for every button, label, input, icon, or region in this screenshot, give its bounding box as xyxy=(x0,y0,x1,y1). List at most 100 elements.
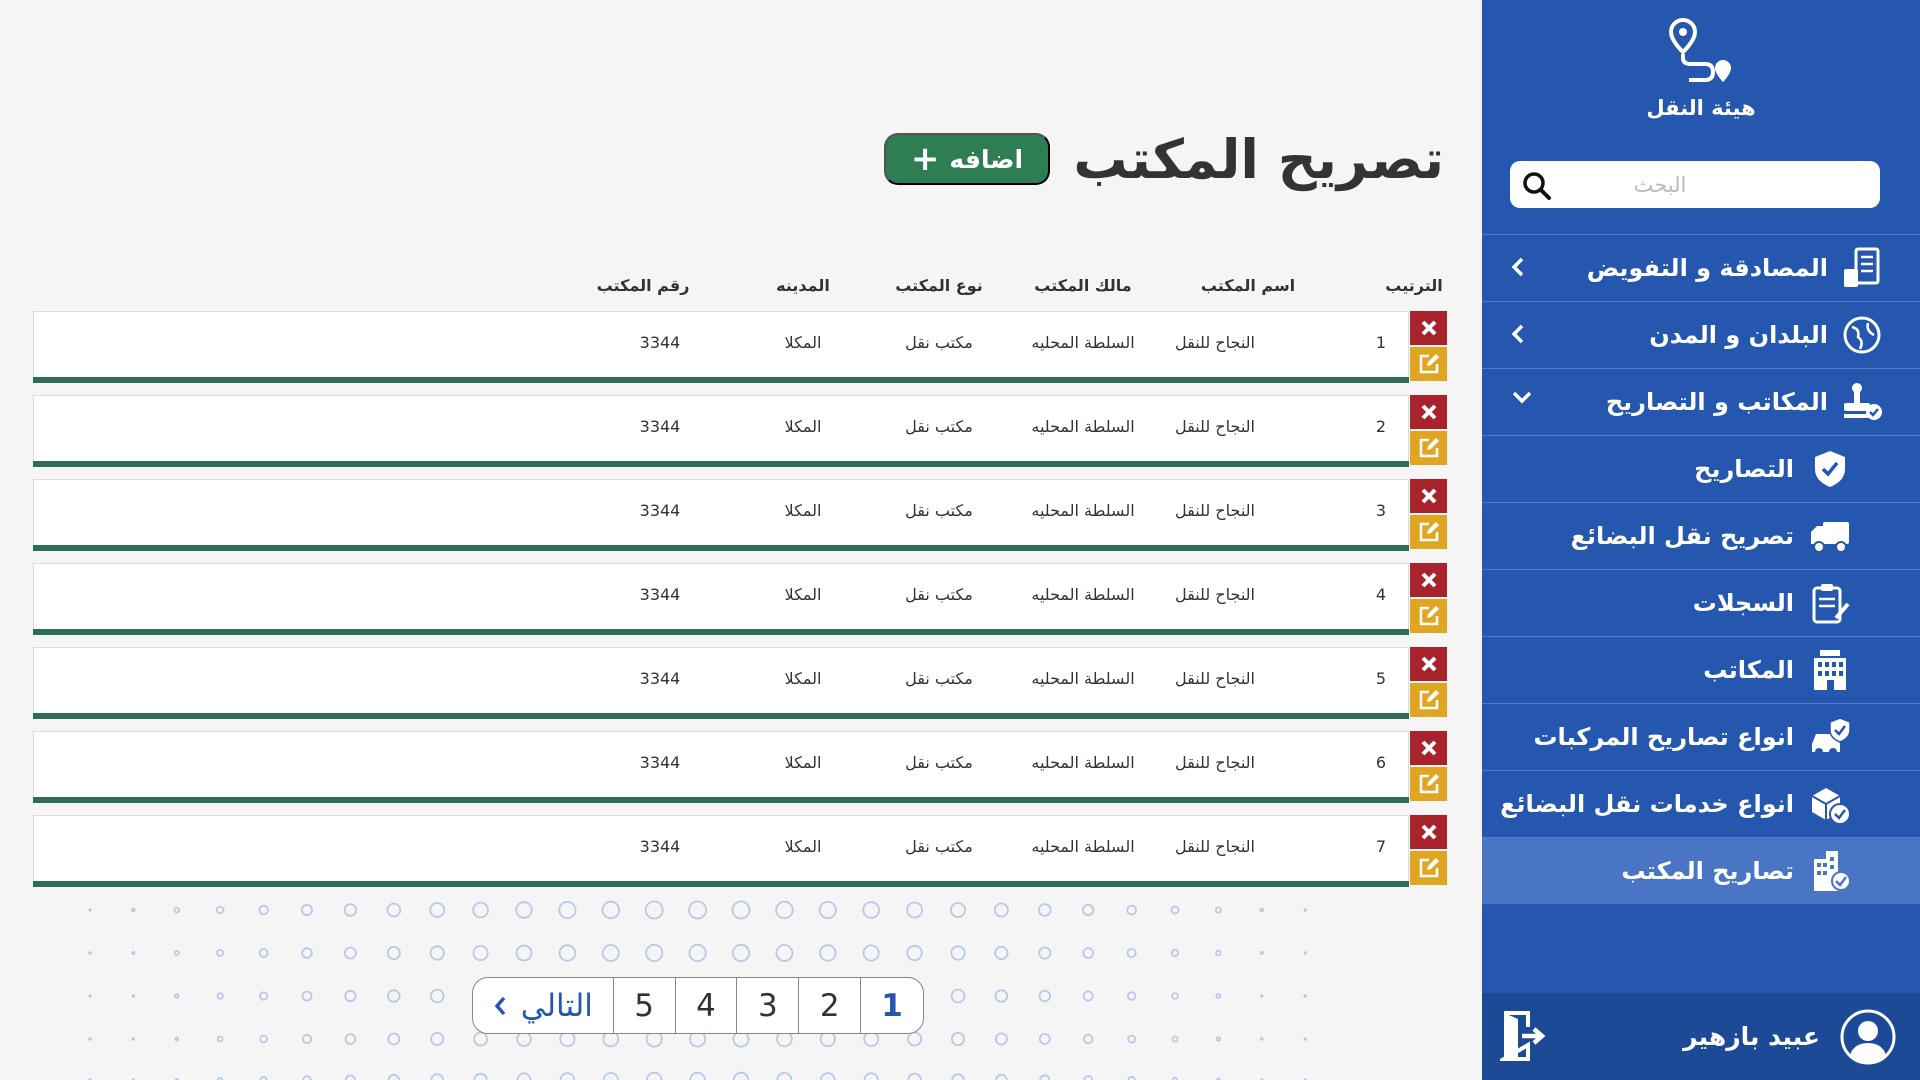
edit-icon xyxy=(1419,438,1439,458)
decor-dot xyxy=(775,944,794,962)
row-office-type: مكتب نقل xyxy=(905,669,973,688)
decor-dot xyxy=(1171,1035,1179,1043)
edit-icon xyxy=(1419,774,1439,794)
decor-dot xyxy=(688,900,707,920)
row-office-number: 3344 xyxy=(639,753,681,772)
decor-dot xyxy=(1082,1033,1094,1045)
column-header-city: المدينه xyxy=(776,276,830,295)
decor-dot xyxy=(1303,908,1307,912)
row-underline xyxy=(33,461,1409,467)
edit-button[interactable] xyxy=(1410,347,1447,381)
decor-dot xyxy=(862,944,880,962)
search-input[interactable] xyxy=(1510,164,1810,205)
row-office-owner: السلطة المحليه xyxy=(1031,501,1135,520)
menu-item-label: البلدان و المدن xyxy=(1649,321,1828,349)
edit-button[interactable] xyxy=(1410,431,1447,465)
decor-dot xyxy=(995,1073,1008,1080)
add-button[interactable]: + اضافه xyxy=(884,133,1050,185)
decor-dot xyxy=(994,1032,1008,1046)
row-underline xyxy=(33,545,1409,551)
chevron-left-icon xyxy=(1511,257,1524,277)
decor-dot xyxy=(1038,903,1052,917)
decor-dot xyxy=(300,903,313,916)
column-header-office-type: نوع المكتب xyxy=(895,276,983,295)
avatar[interactable] xyxy=(1840,1009,1896,1065)
delete-button[interactable] xyxy=(1410,311,1447,345)
decor-dot xyxy=(1082,947,1094,959)
shield-check-icon xyxy=(1808,447,1852,491)
row-office-owner: السلطة المحليه xyxy=(1031,585,1135,604)
decor-dot xyxy=(131,907,136,913)
decor-dot xyxy=(950,945,966,961)
plus-icon: + xyxy=(910,139,940,179)
submenu-item-goods-permit[interactable]: تصريح نقل البضائع xyxy=(1482,502,1920,569)
decor-dot xyxy=(301,990,313,1002)
decor-dot xyxy=(344,989,357,1003)
user-bar: عبيد بازهير xyxy=(1482,993,1920,1080)
pagination-page-1[interactable]: 1 xyxy=(861,978,923,1033)
menu-item-authentication[interactable]: المصادقة و التفويض xyxy=(1482,234,1920,301)
submenu-item-records[interactable]: السجلات xyxy=(1482,569,1920,636)
logout-icon[interactable] xyxy=(1500,1009,1550,1063)
delete-button[interactable] xyxy=(1410,815,1447,849)
menu-item-label: المصادقة و التفويض xyxy=(1586,254,1828,282)
edit-button[interactable] xyxy=(1410,767,1447,801)
sidebar: هيئة النقل المصادقة و التفويض البلدان و … xyxy=(1482,0,1920,1080)
decor-dot xyxy=(259,1034,268,1044)
submenu-item-permits[interactable]: التصاريح xyxy=(1482,435,1920,502)
close-icon xyxy=(1421,824,1436,840)
decor-dot xyxy=(1170,905,1180,915)
decor-dot xyxy=(994,989,1009,1003)
decor-dot xyxy=(258,991,269,1001)
row-office-name: النجاح للنقل xyxy=(1175,501,1255,520)
delete-button[interactable] xyxy=(1410,479,1447,513)
decor-dot xyxy=(1215,1036,1222,1042)
search-icon[interactable] xyxy=(1522,171,1552,201)
building-check-icon xyxy=(1808,849,1852,893)
pagination-page-4[interactable]: 4 xyxy=(676,978,738,1033)
delete-button[interactable] xyxy=(1410,731,1447,765)
edit-button[interactable] xyxy=(1410,515,1447,549)
row-office-type: مكتب نقل xyxy=(905,501,973,520)
delete-button[interactable] xyxy=(1410,563,1447,597)
menu-item-offices-permits[interactable]: المكاتب و التصاريح xyxy=(1482,368,1920,435)
decor-dot xyxy=(1126,991,1137,1001)
decor-dot xyxy=(819,944,837,962)
clipboard-icon xyxy=(1808,581,1852,625)
menu-item-label: المكاتب xyxy=(1703,656,1794,684)
user-name: عبيد بازهير xyxy=(1683,1022,1820,1051)
delete-button[interactable] xyxy=(1410,395,1447,429)
menu-item-countries[interactable]: البلدان و المدن xyxy=(1482,301,1920,368)
decor-dot xyxy=(731,900,751,920)
submenu-item-offices[interactable]: المكاتب xyxy=(1482,636,1920,703)
pagination-page-3[interactable]: 3 xyxy=(737,978,800,1033)
decor-dot xyxy=(344,1074,356,1080)
edit-icon xyxy=(1419,858,1439,878)
row-office-name: النجاح للنقل xyxy=(1175,837,1255,856)
pagination-page-2[interactable]: 2 xyxy=(799,978,862,1033)
edit-button[interactable] xyxy=(1410,599,1447,633)
delete-button[interactable] xyxy=(1410,647,1447,681)
edit-button[interactable] xyxy=(1410,683,1447,717)
column-header-office-owner: مالك المكتب xyxy=(1034,276,1132,295)
row-office-number: 3344 xyxy=(639,501,681,520)
decor-dot xyxy=(1303,1037,1307,1041)
decor-dot xyxy=(1038,946,1052,960)
decor-dot xyxy=(994,945,1009,961)
decor-dot xyxy=(1038,1033,1051,1045)
edit-button[interactable] xyxy=(1410,851,1447,885)
decor-dot xyxy=(215,905,225,915)
edit-icon xyxy=(1419,690,1439,710)
pagination-next[interactable]: التالي xyxy=(473,978,614,1033)
decor-dot xyxy=(645,943,664,963)
submenu-item-goods-service-types[interactable]: انواع خدمات نقل البضائع xyxy=(1482,770,1920,837)
submenu-item-office-permits[interactable]: تصاريح المكتب xyxy=(1482,837,1920,904)
submenu-item-vehicle-permit-types[interactable]: انواع تصاريح المركبات xyxy=(1482,703,1920,770)
decor-dot xyxy=(951,1073,965,1080)
pagination-page-5[interactable]: 5 xyxy=(614,978,676,1033)
row-office-name: النجاح للنقل xyxy=(1175,417,1255,436)
decor-dot xyxy=(601,900,621,920)
decor-dot xyxy=(1082,903,1095,917)
stamp-icon xyxy=(1840,380,1884,424)
row-order: 6 xyxy=(1375,753,1387,772)
